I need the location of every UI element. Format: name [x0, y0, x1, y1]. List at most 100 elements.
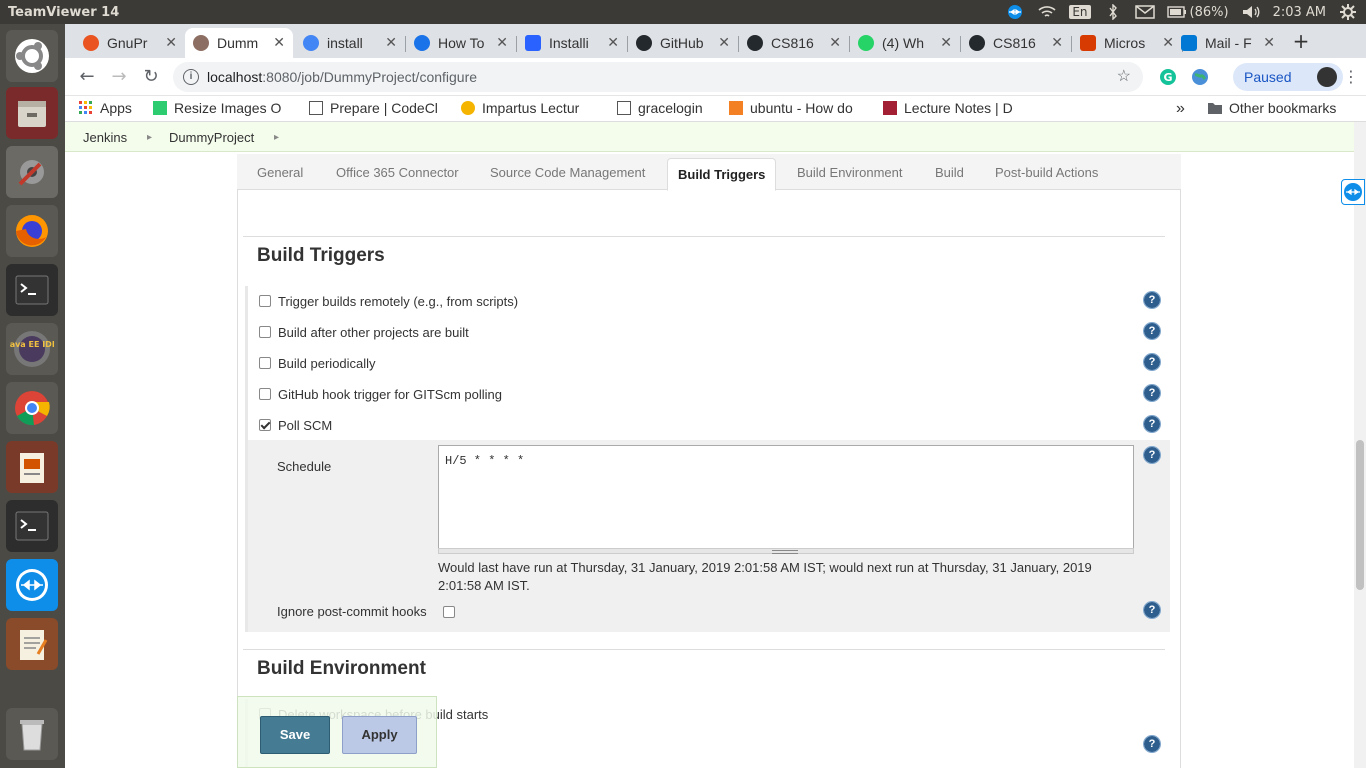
help-icon[interactable]: ?: [1143, 446, 1161, 464]
breadcrumb-arrow-icon[interactable]: ▸: [274, 132, 279, 143]
ignore-post-commit-checkbox[interactable]: [442, 605, 455, 618]
breadcrumb-dummyproject[interactable]: DummyProject: [169, 130, 254, 145]
poll-scm-option[interactable]: Poll SCM: [259, 415, 332, 435]
textarea-resize-handle[interactable]: [438, 548, 1134, 554]
breadcrumb-jenkins[interactable]: Jenkins: [83, 130, 127, 145]
mail-icon[interactable]: [1134, 4, 1155, 20]
help-icon[interactable]: ?: [1143, 322, 1161, 340]
close-tab-icon[interactable]: ✕: [829, 34, 841, 51]
apply-button[interactable]: Apply: [342, 716, 417, 754]
save-button[interactable]: Save: [260, 716, 330, 754]
github-hook-checkbox[interactable]: [259, 388, 271, 400]
impress-icon[interactable]: [6, 441, 58, 493]
browser-tab[interactable]: CS816 ✕: [961, 28, 1071, 58]
globe-extension-icon[interactable]: [1191, 68, 1209, 86]
bookmark-star-icon[interactable]: ☆: [1117, 62, 1131, 92]
grammarly-extension-icon[interactable]: G: [1159, 68, 1177, 86]
help-icon[interactable]: ?: [1143, 601, 1161, 619]
back-arrow-icon[interactable]: ←: [77, 67, 97, 87]
close-tab-icon[interactable]: ✕: [496, 34, 508, 51]
close-tab-icon[interactable]: ✕: [1263, 34, 1275, 51]
bookmark-impartus[interactable]: Impartus Lectur: [461, 100, 598, 116]
close-tab-icon[interactable]: ✕: [718, 34, 730, 51]
poll-scm-checkbox[interactable]: [259, 419, 271, 431]
page-scrollbar[interactable]: [1354, 122, 1366, 768]
chrome-icon[interactable]: [6, 382, 58, 434]
tab-office365-connector[interactable]: Office 365 Connector: [336, 165, 459, 180]
build-after-other-checkbox[interactable]: [259, 326, 271, 338]
reload-icon[interactable]: ↻: [141, 67, 161, 87]
help-icon[interactable]: ?: [1143, 384, 1161, 402]
wifi-icon[interactable]: [1037, 4, 1057, 20]
browser-tab[interactable]: Micros ✕: [1072, 28, 1182, 58]
profile-paused-button[interactable]: Paused: [1233, 63, 1343, 91]
volume-icon[interactable]: [1241, 4, 1261, 20]
close-tab-icon[interactable]: ✕: [1051, 34, 1063, 51]
terminal-2-icon[interactable]: [6, 500, 58, 552]
close-tab-icon[interactable]: ✕: [273, 34, 285, 51]
schedule-input[interactable]: H/5 * * * *: [438, 445, 1134, 549]
eclipse-java-ee-icon[interactable]: Java EE IDE: [6, 323, 58, 375]
bookmarks-overflow-icon[interactable]: »: [1176, 100, 1185, 118]
tab-post-build-actions[interactable]: Post-build Actions: [995, 165, 1098, 180]
power-gear-icon[interactable]: [1338, 4, 1358, 20]
close-tab-icon[interactable]: ✕: [385, 34, 397, 51]
tab-source-code-management[interactable]: Source Code Management: [490, 165, 645, 180]
help-icon[interactable]: ?: [1143, 735, 1161, 753]
teamviewer-side-tab-icon[interactable]: [1341, 179, 1365, 205]
bluetooth-icon[interactable]: [1103, 4, 1123, 20]
breadcrumb-arrow-icon[interactable]: ▸: [147, 132, 152, 143]
browser-tab[interactable]: Installi ✕: [517, 28, 627, 58]
bookmark-askubuntu[interactable]: ubuntu - How do: [729, 100, 862, 116]
teamviewer-tray-icon[interactable]: [1005, 4, 1025, 20]
ignore-post-commit-option[interactable]: Ignore post-commit hooks: [277, 604, 462, 619]
scrollbar-thumb[interactable]: [1356, 440, 1364, 590]
close-tab-icon[interactable]: ✕: [940, 34, 952, 51]
help-icon[interactable]: ?: [1143, 291, 1161, 309]
forward-arrow-icon[interactable]: →: [109, 67, 129, 87]
other-bookmarks[interactable]: Other bookmarks: [1208, 100, 1336, 116]
trigger-remote-checkbox[interactable]: [259, 295, 271, 307]
github-hook-option[interactable]: GitHub hook trigger for GITScm polling: [259, 384, 502, 404]
help-icon[interactable]: ?: [1143, 353, 1161, 371]
clock[interactable]: 2:03 AM: [1273, 5, 1326, 20]
build-after-other-option[interactable]: Build after other projects are built: [259, 322, 469, 342]
browser-tab[interactable]: CS816 ✕: [739, 28, 849, 58]
keyboard-layout-indicator[interactable]: En: [1069, 5, 1091, 19]
browser-tab-active[interactable]: Dumm ✕: [185, 28, 293, 58]
close-tab-icon[interactable]: ✕: [607, 34, 619, 51]
build-periodically-option[interactable]: Build periodically: [259, 353, 376, 373]
firefox-icon[interactable]: [6, 205, 58, 257]
bookmark-gracelogin[interactable]: gracelogin: [617, 100, 703, 116]
bookmark-resize-images[interactable]: Resize Images O: [153, 100, 294, 116]
browser-tab[interactable]: install ✕: [295, 28, 405, 58]
chrome-menu-icon[interactable]: ⋮: [1341, 67, 1361, 87]
terminal-icon[interactable]: [6, 264, 58, 316]
address-bar[interactable]: i localhost:8080/job/DummyProject/config…: [173, 62, 1143, 92]
ubuntu-dash-icon[interactable]: [6, 30, 58, 82]
browser-tab[interactable]: GitHub ✕: [628, 28, 738, 58]
system-settings-icon[interactable]: [6, 146, 58, 198]
files-icon[interactable]: [6, 87, 58, 139]
tab-general[interactable]: General: [257, 165, 303, 180]
trash-icon[interactable]: [6, 708, 58, 760]
bookmark-lecture-notes[interactable]: Lecture Notes | D: [883, 100, 1016, 116]
new-tab-button[interactable]: +: [1289, 30, 1313, 54]
teamviewer-icon[interactable]: [6, 559, 58, 611]
bookmark-codechef[interactable]: Prepare | CodeCl: [309, 100, 442, 116]
text-editor-icon[interactable]: [6, 618, 58, 670]
browser-tab[interactable]: (4) Wh ✕: [850, 28, 960, 58]
tab-build[interactable]: Build: [935, 165, 964, 180]
battery-icon[interactable]: [1166, 4, 1187, 20]
close-tab-icon[interactable]: ✕: [165, 34, 177, 51]
browser-tab[interactable]: Mail - F ✕: [1173, 28, 1283, 58]
bookmark-apps[interactable]: Apps: [79, 100, 132, 116]
trigger-remote-option[interactable]: Trigger builds remotely (e.g., from scri…: [259, 291, 518, 311]
tab-build-triggers[interactable]: Build Triggers: [667, 158, 777, 191]
browser-tab[interactable]: How To ✕: [406, 28, 516, 58]
site-info-icon[interactable]: i: [183, 69, 199, 85]
browser-tab[interactable]: GnuPr ✕: [75, 28, 185, 58]
build-periodically-checkbox[interactable]: [259, 357, 271, 369]
help-icon[interactable]: ?: [1143, 415, 1161, 433]
tab-build-environment[interactable]: Build Environment: [797, 165, 903, 180]
